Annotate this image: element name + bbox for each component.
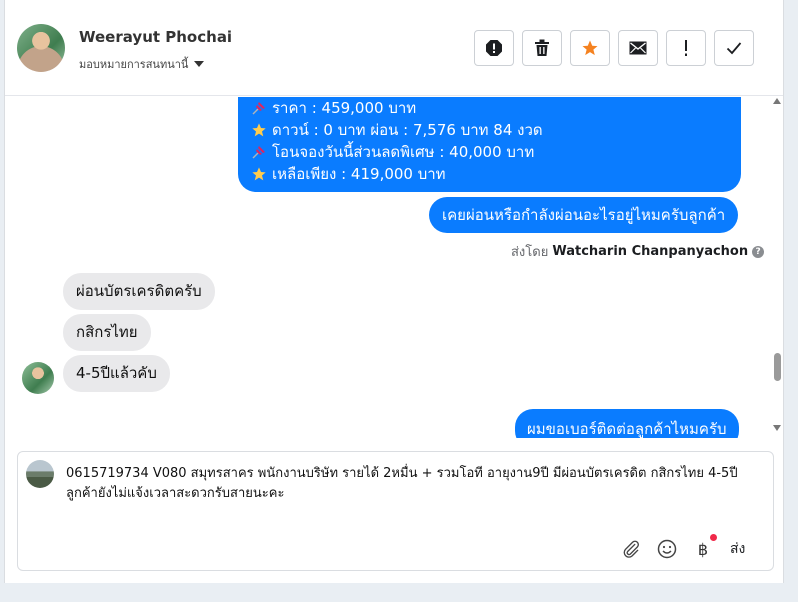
conversation-header: Weerayut Phochai มอบหมายการสนทนานี้ <box>5 0 783 96</box>
star-button[interactable] <box>570 30 610 66</box>
incoming-message-bubble[interactable]: 4-5ปีแล้วคับ <box>63 355 170 392</box>
mark-spam-button[interactable] <box>474 30 514 66</box>
contact-name[interactable]: Weerayut Phochai <box>79 28 232 46</box>
follow-up-button[interactable] <box>666 30 706 66</box>
star-emoji-icon <box>250 165 268 183</box>
star-emoji-icon <box>250 121 268 139</box>
sender-name: Watcharin Chanpanyachon <box>552 244 749 259</box>
scroll-up-arrow[interactable] <box>773 98 781 104</box>
offer-line: ดาวน์ : 0 บาท ผ่อน : 7,576 บาท 84 งวด <box>250 119 729 141</box>
mark-done-button[interactable] <box>714 30 754 66</box>
mail-icon <box>629 41 647 55</box>
message-thread: ราคา : 459,000 บาท ดาวน์ : 0 บาท ผ่อน : … <box>5 97 783 438</box>
message-input[interactable]: 0615719734 V080 สมุทรสาคร พนักงานบริษัท … <box>66 464 756 504</box>
outgoing-message-bubble[interactable]: เคยผ่อนหรือกำลังผ่อนอะไรอยู่ไหมครับลูกค้… <box>429 197 739 233</box>
paperclip-icon <box>623 540 639 558</box>
conversation-panel: Weerayut Phochai มอบหมายการสนทนานี้ ราคา… <box>4 0 784 583</box>
assign-label: มอบหมายการสนทนานี้ <box>79 58 189 71</box>
trash-icon <box>535 39 549 56</box>
star-icon <box>582 40 598 56</box>
check-icon <box>726 42 742 55</box>
caret-down-icon <box>194 61 205 67</box>
delete-button[interactable] <box>522 30 562 66</box>
header-actions <box>474 30 754 66</box>
sent-by-label: ส่งโดย Watcharin Chanpanyachon ? <box>511 241 765 262</box>
exclamation-icon <box>685 40 687 56</box>
help-icon[interactable]: ? <box>752 245 765 258</box>
attach-button[interactable] <box>620 538 642 560</box>
scrollbar-thumb[interactable] <box>774 353 781 381</box>
offer-line: ราคา : 459,000 บาท <box>250 97 729 119</box>
scroll-down-arrow[interactable] <box>773 425 781 431</box>
incoming-message-bubble[interactable]: กสิกรไทย <box>63 314 151 351</box>
composer-tools: ฿ ส่ง <box>620 534 745 560</box>
smiley-icon <box>657 539 677 559</box>
alert-octagon-icon <box>486 40 502 56</box>
assign-conversation-dropdown[interactable]: มอบหมายการสนทนานี้ <box>79 55 205 73</box>
pushpin-icon <box>250 99 268 117</box>
agent-avatar <box>26 460 54 488</box>
pushpin-icon <box>250 143 268 161</box>
contact-avatar[interactable] <box>17 24 65 72</box>
outgoing-message-bubble[interactable]: ผมขอเบอร์ติดต่อลูกค้าไหมครับ <box>515 409 739 438</box>
mark-unread-button[interactable] <box>618 30 658 66</box>
notification-dot <box>710 534 717 541</box>
incoming-message-bubble[interactable]: ผ่อนบัตรเครดิตครับ <box>63 273 215 310</box>
offer-message-bubble[interactable]: ราคา : 459,000 บาท ดาวน์ : 0 บาท ผ่อน : … <box>238 97 741 192</box>
offer-line: เหลือเพียง : 419,000 บาท <box>250 163 729 185</box>
message-composer: 0615719734 V080 สมุทรสาคร พนักงานบริษัท … <box>17 451 774 571</box>
payment-button[interactable]: ฿ <box>692 534 717 560</box>
offer-line: โอนจองวันนี้ส่วนลดพิเศษ : 40,000 บาท <box>250 141 729 163</box>
send-button[interactable]: ส่ง <box>730 538 745 560</box>
baht-icon: ฿ <box>697 539 709 559</box>
emoji-button[interactable] <box>656 538 678 560</box>
contact-avatar-small <box>22 362 54 394</box>
